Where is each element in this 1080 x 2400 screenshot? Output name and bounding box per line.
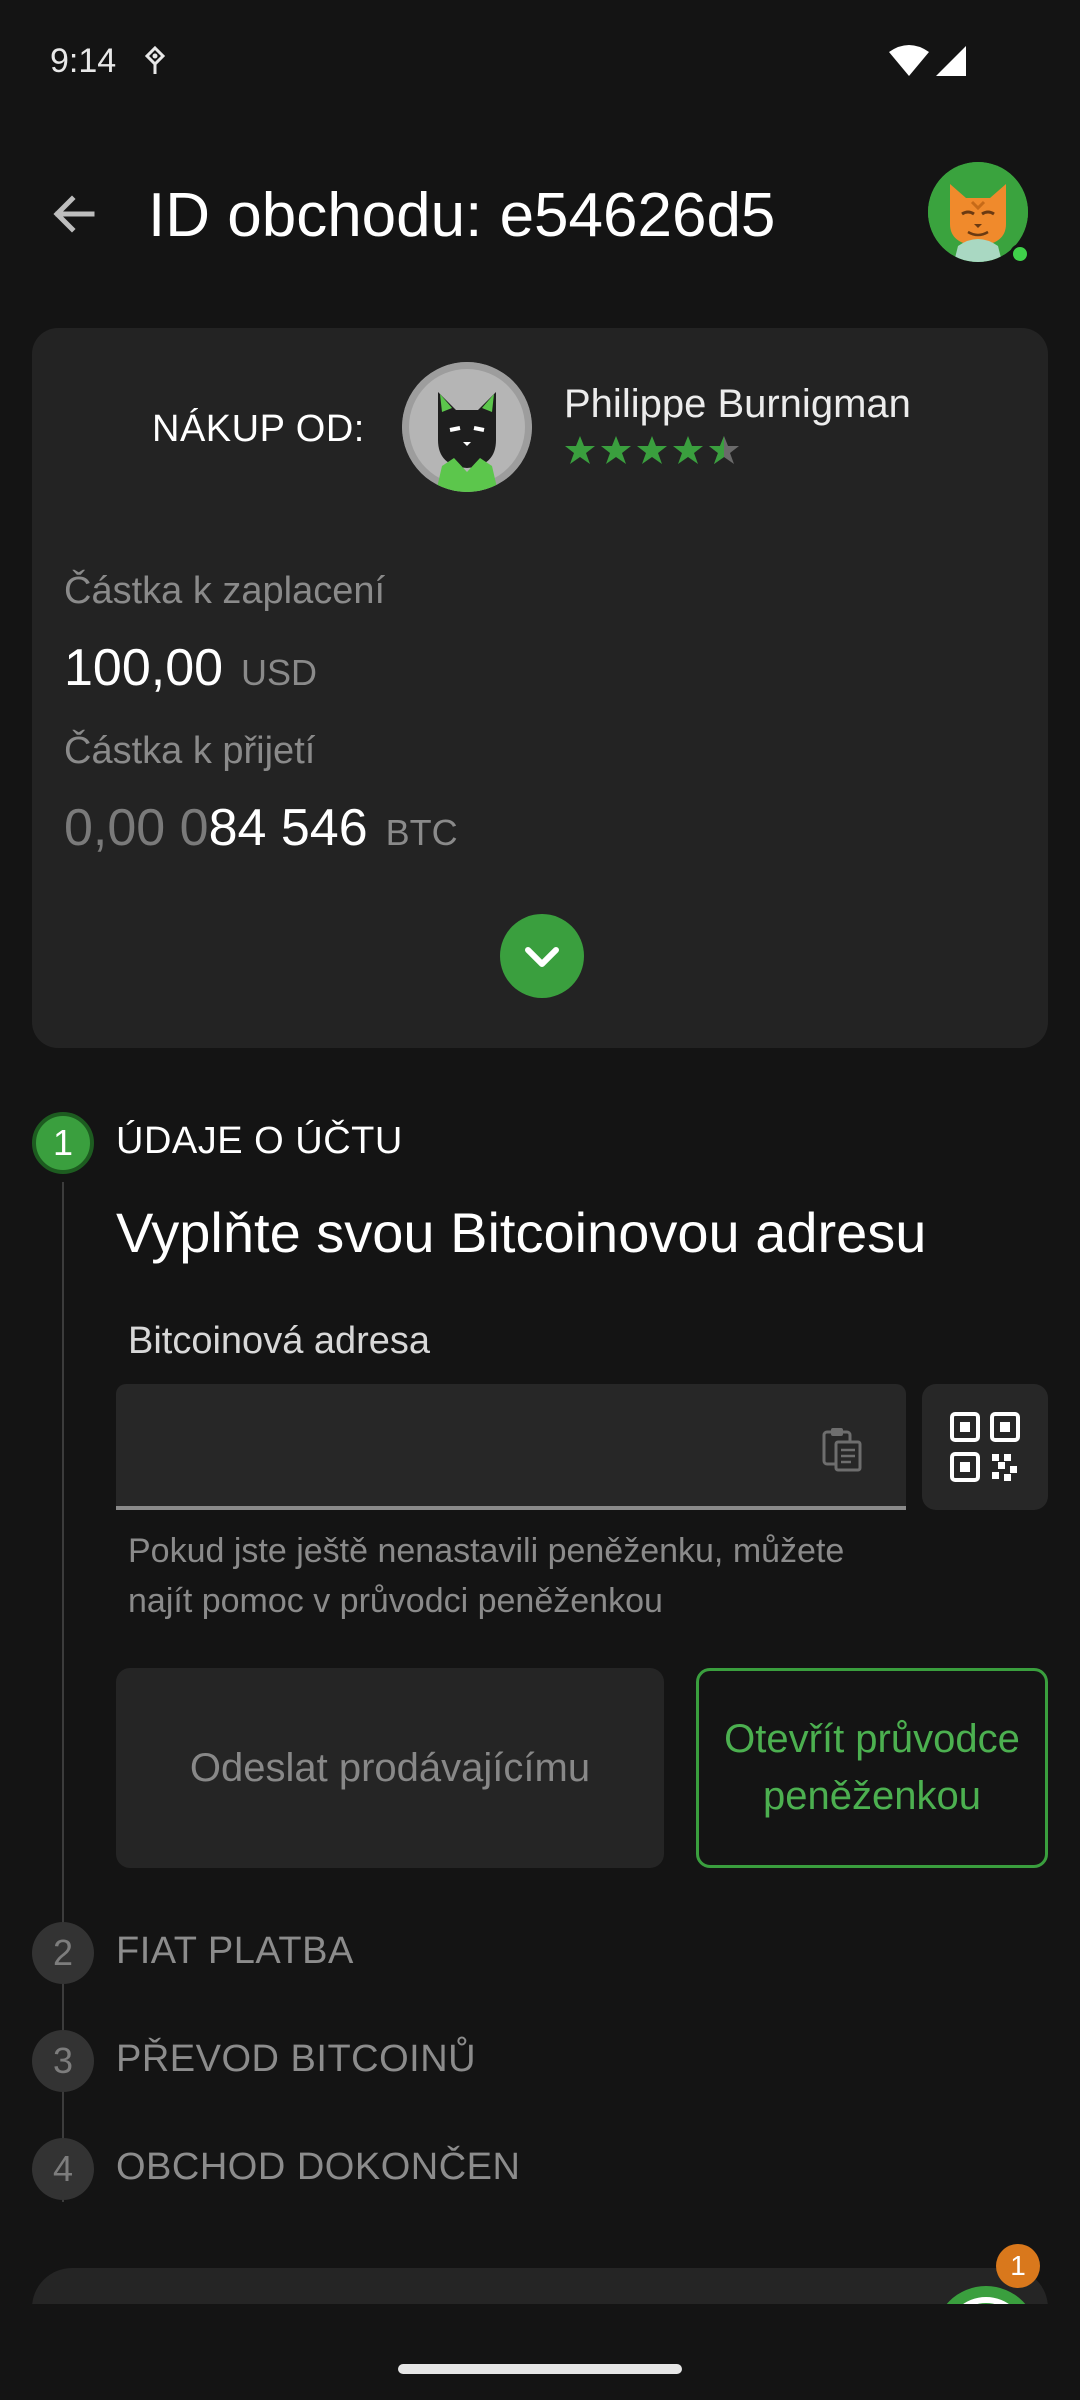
amount-to-receive-leading: 0,00 0 <box>64 799 209 857</box>
star-icon <box>565 436 595 464</box>
app-header: ID obchodu: e54626d5 <box>0 150 1080 280</box>
seller-avatar[interactable] <box>402 362 532 492</box>
amount-to-receive-significant: 84 546 <box>208 799 368 857</box>
step-1-indicator: 1 <box>32 1112 94 1174</box>
bitcoin-address-label: Bitcoinová adresa <box>128 1320 431 1362</box>
arrow-left-icon[interactable] <box>48 188 100 240</box>
step-3-title: PŘEVOD BITCOINŮ <box>116 2038 477 2080</box>
step-2-title: FIAT PLATBA <box>116 1930 354 1972</box>
status-time: 9:14 <box>50 42 117 80</box>
step-4-indicator: 4 <box>32 2138 94 2200</box>
amount-to-receive-currency: BTC <box>385 812 458 853</box>
amount-to-pay: 100,00 USD <box>64 638 317 698</box>
seller-name[interactable]: Philippe Burnigman <box>564 382 911 427</box>
step-1-heading: Vyplňte svou Bitcoinovou adresu <box>116 1201 927 1264</box>
star-icon <box>601 436 631 464</box>
amount-to-pay-currency: USD <box>241 652 318 693</box>
buy-from-label: NÁKUP OD: <box>152 408 365 450</box>
step-3-indicator: 3 <box>32 2030 94 2092</box>
star-icon <box>673 436 703 464</box>
wifi-icon <box>889 45 929 76</box>
star-half-icon <box>709 436 739 464</box>
step-1-title: ÚDAJE O ÚČTU <box>116 1120 403 1162</box>
step-2-indicator: 2 <box>32 1922 94 1984</box>
navigation-bar <box>0 2304 1080 2400</box>
black-cat-avatar-icon <box>402 362 532 492</box>
scan-qr-button[interactable] <box>922 1384 1048 1510</box>
online-status-dot <box>1010 244 1030 264</box>
amount-to-receive: 0,00 0 84 546 BTC <box>64 798 458 858</box>
step-4-title: OBCHOD DOKONČEN <box>116 2146 521 2188</box>
signal-icon <box>936 46 966 76</box>
seller-rating <box>564 434 740 466</box>
wallet-helper-text: Pokud jste ještě nenastavili peněženku, … <box>128 1532 845 1620</box>
star-icon <box>637 436 667 464</box>
expand-details-button[interactable] <box>500 914 584 998</box>
open-wallet-guide-button[interactable]: Otevřít průvodce peněženkou <box>696 1668 1048 1868</box>
qr-code-icon <box>950 1412 1020 1482</box>
amount-to-pay-label: Částka k zaplacení <box>64 570 386 612</box>
paste-clipboard-icon[interactable] <box>820 1424 864 1472</box>
bitcoin-address-input[interactable] <box>116 1384 906 1510</box>
status-bar: 9:14 <box>0 0 1080 130</box>
page-title: ID obchodu: e54626d5 <box>148 181 776 250</box>
chevron-down-icon <box>525 947 559 967</box>
notification-icon <box>144 46 166 74</box>
amount-to-pay-value: 100,00 <box>64 639 224 697</box>
send-to-seller-button[interactable]: Odeslat prodávajícímu <box>116 1668 664 1868</box>
trade-summary-card: NÁKUP OD: Philippe Burnigman Částka k za… <box>32 328 1048 1048</box>
amount-to-receive-label: Částka k přijetí <box>64 730 316 772</box>
home-indicator[interactable] <box>398 2364 682 2374</box>
chat-unread-badge: 1 <box>996 2244 1040 2288</box>
